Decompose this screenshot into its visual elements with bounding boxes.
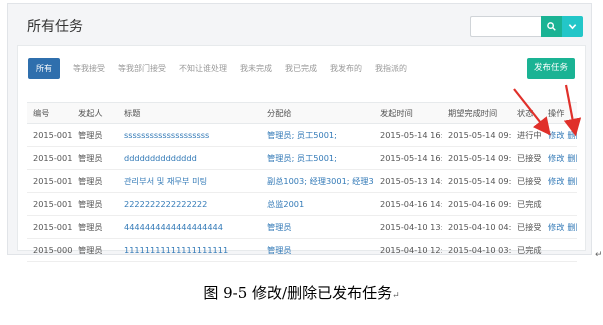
task-start-time: 2015-05-13 14:21: [374, 169, 442, 193]
chevron-down-icon: [568, 24, 577, 30]
task-title-link[interactable]: 4444444444444444444: [118, 215, 261, 239]
task-id: 2015-0009: [27, 238, 72, 262]
task-id: 2015-0013: [27, 146, 72, 170]
column-header-creator[interactable]: 发起人: [72, 102, 118, 124]
task-actions: 修改删除: [542, 146, 577, 170]
delete-link[interactable]: 删除: [567, 222, 577, 232]
tab-assigned-by-me[interactable]: 我指派的: [375, 58, 407, 79]
task-due-time: 2015-04-10 03:00: [442, 238, 511, 262]
task-due-time: 2015-05-14 09:20: [442, 146, 511, 170]
edit-link[interactable]: 修改: [548, 222, 564, 232]
delete-link[interactable]: 删除: [567, 176, 577, 186]
task-status: 已接受: [511, 215, 542, 239]
task-panel: 所有 等我接受 等我部门接受 不知让谁处理 我未完成 我已完成 我发布的 我指派…: [17, 45, 586, 262]
column-header-actions: 操作: [542, 102, 577, 124]
task-status: 已完成: [511, 192, 542, 216]
task-creator: 管理员: [72, 123, 118, 147]
task-start-time: 2015-05-14 16:12: [374, 123, 442, 147]
task-id: 2015-0014: [27, 123, 72, 147]
task-start-time: 2015-04-16 14:02: [374, 192, 442, 216]
tab-published-by-me[interactable]: 我发布的: [330, 58, 362, 79]
edit-link[interactable]: 修改: [548, 130, 564, 140]
task-due-time: 2015-04-10 04:20: [442, 215, 511, 239]
dropdown-button[interactable]: [562, 16, 583, 37]
search-button[interactable]: [541, 16, 562, 37]
task-due-time: 2015-04-16 09:20: [442, 192, 511, 216]
column-header-assignee[interactable]: 分配给: [261, 102, 374, 124]
task-id: 2015-0010: [27, 215, 72, 239]
task-id: 2015-0012: [27, 169, 72, 193]
column-header-status[interactable]: 状态: [511, 102, 542, 124]
table-row: 2015-0010 管理员 4444444444444444444 管理员 20…: [27, 215, 577, 239]
task-status: 已接受: [511, 146, 542, 170]
task-creator: 管理员: [72, 215, 118, 239]
task-due-time: 2015-05-14 09:00: [442, 169, 511, 193]
edit-link[interactable]: 修改: [548, 153, 564, 163]
column-header-due-time[interactable]: 期望完成时间: [442, 102, 511, 124]
task-actions: [542, 192, 577, 216]
publish-task-button[interactable]: 发布任务: [526, 58, 575, 79]
tab-unassigned[interactable]: 不知让谁处理: [179, 58, 227, 79]
search-bar: [470, 16, 583, 37]
task-title-link[interactable]: dddddddddddddd: [118, 146, 261, 170]
task-actions: 修改删除: [542, 123, 577, 147]
table-row: 2015-0009 管理员 11111111111111111111 管理员 2…: [27, 238, 577, 262]
task-creator: 管理员: [72, 238, 118, 262]
task-start-time: 2015-04-10 13:01: [374, 215, 442, 239]
task-title-link[interactable]: 2222222222222222: [118, 192, 261, 216]
search-icon: [547, 22, 556, 31]
task-creator: 管理员: [72, 192, 118, 216]
task-assignee[interactable]: 总监2001: [261, 192, 374, 216]
task-title-link[interactable]: ssssssssssssssssssss: [118, 123, 261, 147]
task-title-link[interactable]: 관리부서 및 재무부 미팅: [118, 169, 261, 193]
table-row: 2015-0013 管理员 dddddddddddddd 管理员; 员工5001…: [27, 146, 577, 170]
task-assignee[interactable]: 管理员: [261, 238, 374, 262]
task-due-time: 2015-05-14 09:20: [442, 123, 511, 147]
search-input[interactable]: [470, 16, 541, 37]
task-creator: 管理员: [72, 146, 118, 170]
task-start-time: 2015-05-14 16:08: [374, 146, 442, 170]
return-mark: ↵: [595, 250, 603, 260]
app-screenshot: 所有任务 所有 等我接受 等我部门接受 不知让谁处理 我未完成 我已完成 我发布…: [7, 3, 592, 262]
document-page: 所有任务 所有 等我接受 等我部门接受 不知让谁处理 我未完成 我已完成 我发布…: [0, 0, 603, 325]
task-actions: 修改删除: [542, 169, 577, 193]
task-assignee[interactable]: 副总1003; 经理3001; 经理3002...: [261, 169, 374, 193]
tab-waiting-department-acceptance[interactable]: 等我部门接受: [118, 58, 166, 79]
task-status: 已接受: [511, 169, 542, 193]
page-title: 所有任务: [27, 19, 83, 35]
task-title-link[interactable]: 11111111111111111111: [118, 238, 261, 262]
filter-tabs: 所有 等我接受 等我部门接受 不知让谁处理 我未完成 我已完成 我发布的 我指派…: [28, 58, 420, 79]
tab-my-unfinished[interactable]: 我未完成: [240, 58, 272, 79]
task-table: 编号 发起人 标题 分配给 发起时间 期望完成时间 状态 操作 2015-001…: [27, 102, 577, 262]
task-assignee[interactable]: 管理员; 员工5001;: [261, 123, 374, 147]
delete-link[interactable]: 删除: [567, 153, 577, 163]
column-header-title[interactable]: 标题: [118, 102, 261, 124]
task-status: 已完成: [511, 238, 542, 262]
task-assignee[interactable]: 管理员: [261, 215, 374, 239]
tab-my-finished[interactable]: 我已完成: [285, 58, 317, 79]
table-header-row: 编号 发起人 标题 分配给 发起时间 期望完成时间 状态 操作: [27, 102, 577, 124]
task-actions: [542, 238, 577, 262]
tab-waiting-my-acceptance[interactable]: 等我接受: [73, 58, 105, 79]
table-row: 2015-0014 管理员 ssssssssssssssssssss 管理员; …: [27, 123, 577, 147]
task-creator: 管理员: [72, 169, 118, 193]
task-start-time: 2015-04-10 12:37: [374, 238, 442, 262]
caption-text: 图 9-5 修改/删除已发布任务: [203, 284, 393, 302]
task-assignee[interactable]: 管理员; 员工5001;: [261, 146, 374, 170]
figure-caption: 图 9-5 修改/删除已发布任务↵: [0, 282, 603, 303]
edit-link[interactable]: 修改: [548, 176, 564, 186]
column-header-id[interactable]: 编号: [27, 102, 72, 124]
task-actions: 修改删除: [542, 215, 577, 239]
delete-link[interactable]: 删除: [567, 130, 577, 140]
tab-all[interactable]: 所有: [28, 58, 60, 79]
task-status: 进行中: [511, 123, 542, 147]
column-header-start-time[interactable]: 发起时间: [374, 102, 442, 124]
task-id: 2015-0011: [27, 192, 72, 216]
table-row: 2015-0011 管理员 2222222222222222 总监2001 20…: [27, 192, 577, 216]
return-mark: ↵: [392, 291, 400, 301]
table-row: 2015-0012 管理员 관리부서 및 재무부 미팅 副总1003; 经理30…: [27, 169, 577, 193]
